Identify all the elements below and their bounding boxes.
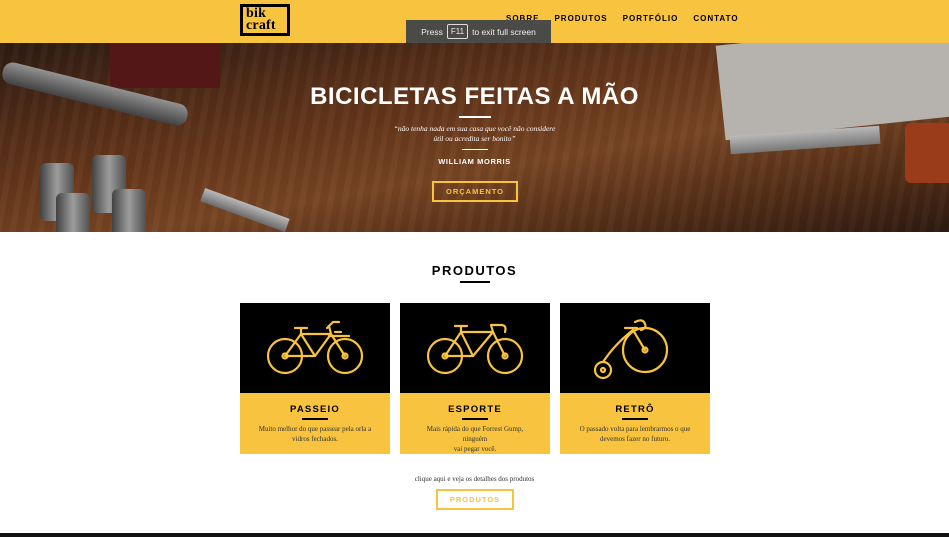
product-description: O passado volta para lembrarmos o que de… [574, 424, 696, 444]
logo[interactable]: bik craft [240, 4, 290, 36]
produtos-button[interactable]: PRODUTOS [436, 489, 514, 510]
hero-title: BICICLETAS FEITAS A MÃO [310, 83, 639, 110]
product-name-underline [302, 418, 328, 420]
road-bike-icon [426, 323, 524, 375]
product-name: RETRÔ [615, 404, 655, 415]
product-card-retro[interactable]: RETRÔ O passado volta para lembrarmos o … [560, 303, 710, 454]
hero-quote: “não tenha nada em sua casa que você não… [0, 124, 949, 144]
penny-farthing-icon [593, 319, 669, 380]
logo-line2: craft [246, 18, 276, 33]
product-description-line1: O passado volta para lembrarmos o que [579, 425, 691, 433]
products-title: PRODUTOS [431, 263, 518, 278]
hero-quote-divider [462, 149, 488, 150]
product-description-line2: devemos fazer no futuro. [600, 435, 670, 443]
footer-edge [0, 533, 949, 537]
orcamento-button[interactable]: ORÇAMENTO [432, 181, 518, 202]
hero-quote-line1: “não tenha nada em sua casa que você não… [393, 124, 556, 133]
hero-author: WILLIAM MORRIS [438, 157, 511, 166]
products-hint[interactable]: clique aqui e veja os detalhes dos produ… [0, 475, 949, 483]
fullscreen-notice: Press F11 to exit full screen [406, 20, 551, 43]
product-name-underline [462, 418, 488, 420]
product-name-underline [622, 418, 648, 420]
f11-key: F11 [446, 24, 469, 39]
product-description-line2: vai pegar você. [453, 445, 497, 453]
hero-content: BICICLETAS FEITAS A MÃO “não tenha nada … [0, 43, 949, 232]
fullscreen-message: to exit full screen [472, 26, 536, 37]
hero-divider [459, 116, 491, 118]
hero-quote-line2: útil ou acredita ser bonito” [433, 134, 516, 143]
fullscreen-press-text: Press [421, 26, 443, 37]
product-description-line1: Muito melhor do que passear pela orla a [258, 425, 372, 433]
product-image [560, 303, 710, 393]
product-name: PASSEIO [290, 404, 340, 415]
nav-link-contato[interactable]: CONTATO [693, 14, 738, 23]
nav-link-produtos[interactable]: PRODUTOS [554, 14, 607, 23]
product-card-esporte[interactable]: ESPORTE Mais rápida do que Forrest Gump,… [400, 303, 550, 454]
product-card-passeio[interactable]: PASSEIO Muito melhor do que passear pela… [240, 303, 390, 454]
product-description: Mais rápida do que Forrest Gump, ninguém… [414, 424, 536, 454]
product-name: ESPORTE [448, 404, 502, 415]
nav-link-portfolio[interactable]: PORTFÓLIO [623, 14, 679, 23]
product-description-line2: vidros fechados. [292, 435, 338, 443]
product-image [240, 303, 390, 393]
products-title-divider [460, 281, 490, 283]
product-description-line1: Mais rápida do que Forrest Gump, ninguém [426, 425, 524, 443]
hero-banner: BICICLETAS FEITAS A MÃO “não tenha nada … [0, 43, 949, 232]
product-description: Muito melhor do que passear pela orla a … [254, 424, 376, 444]
product-image [400, 303, 550, 393]
city-bike-icon [266, 320, 364, 375]
